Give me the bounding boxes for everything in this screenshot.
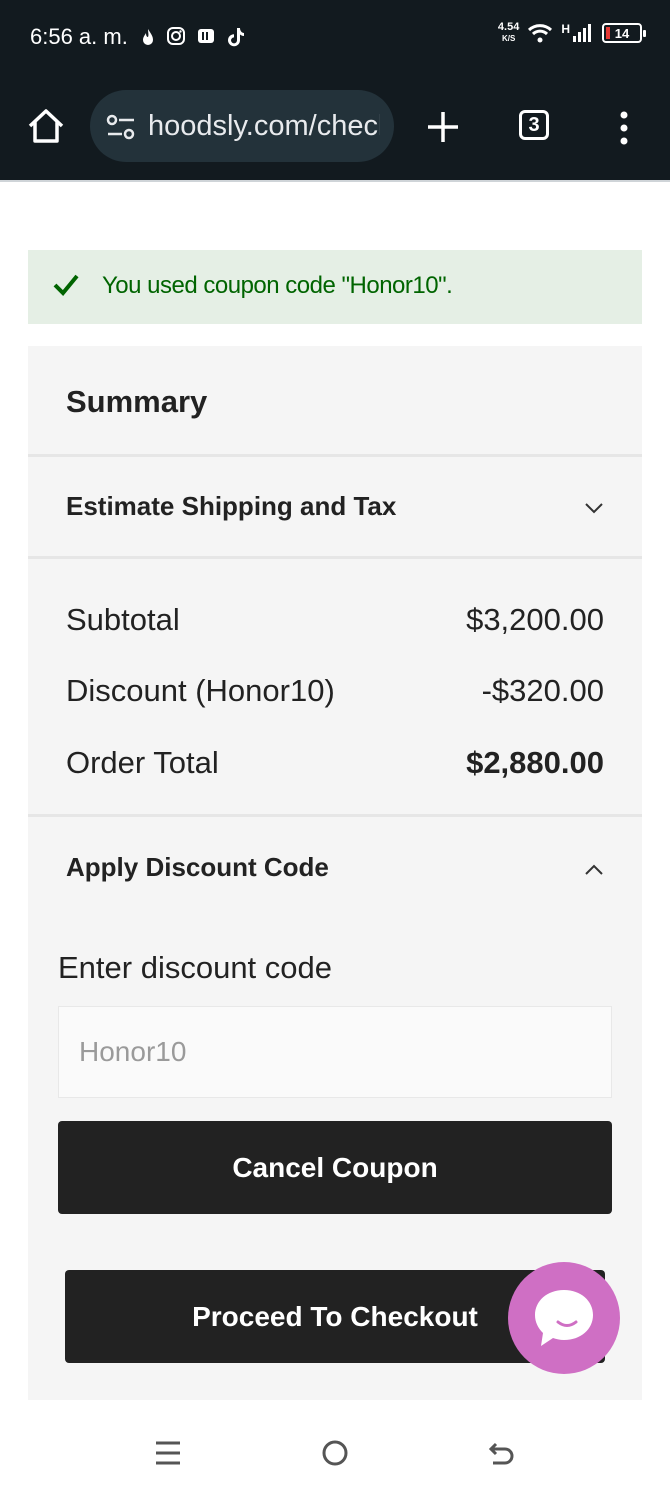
- order-total-value: $2,880.00: [466, 745, 604, 780]
- recents-icon[interactable]: [153, 1438, 183, 1468]
- check-icon: [53, 274, 79, 296]
- reader-icon: [198, 29, 214, 43]
- subtotal-value: $3,200.00: [466, 602, 604, 637]
- discount-section-label: Apply Discount Code: [66, 852, 329, 882]
- divider: [28, 556, 642, 559]
- shipping-section-label: Estimate Shipping and Tax: [66, 491, 397, 521]
- tiktok-icon: [228, 28, 244, 47]
- chevron-down-icon: [585, 503, 603, 514]
- battery-level: 14: [614, 25, 630, 41]
- status-time: 6:56 a. m.: [30, 24, 128, 49]
- flame-icon: [143, 29, 153, 45]
- header-edge: [0, 180, 670, 182]
- battery-fill: [606, 27, 610, 39]
- home-icon[interactable]: [26, 106, 66, 146]
- order-summary: Summary Estimate Shipping and Tax Subtot…: [28, 346, 642, 1400]
- url-text[interactable]: hoodsly.com/checkout: [148, 110, 380, 143]
- discount-field-label: Enter discount code: [58, 950, 333, 985]
- net-speed-value: 4.54: [497, 21, 520, 33]
- discount-code-input[interactable]: [58, 1006, 612, 1098]
- net-speed-unit: K/S: [501, 34, 516, 43]
- back-icon[interactable]: [487, 1438, 517, 1468]
- tabs-icon[interactable]: 3: [519, 110, 549, 140]
- system-status-icons: 4.54 K/S H 14: [498, 22, 646, 44]
- home-circle-icon[interactable]: [320, 1438, 350, 1468]
- battery-icon: 14: [602, 23, 646, 43]
- subtotal-label: Subtotal: [66, 602, 180, 637]
- more-vert-icon[interactable]: [614, 108, 634, 148]
- tab-count: 3: [528, 113, 540, 136]
- status-bar: 6:56 a. m. 4.54 K/S H 14: [0, 0, 670, 76]
- discount-section-toggle[interactable]: Apply Discount Code: [28, 817, 642, 917]
- signal-icon: [573, 24, 591, 42]
- notice-message: You used coupon code "Honor10".: [102, 272, 453, 299]
- chat-button[interactable]: [508, 1262, 620, 1374]
- summary-title: Summary: [66, 384, 208, 419]
- order-total-label: Order Total: [66, 745, 219, 780]
- shipping-section-toggle[interactable]: Estimate Shipping and Tax: [28, 457, 642, 557]
- system-nav-bar: [0, 1400, 670, 1500]
- discount-label: Discount (Honor10): [66, 673, 335, 708]
- chevron-up-icon: [585, 864, 603, 875]
- coupon-success-notice: You used coupon code "Honor10".: [28, 250, 642, 324]
- network-type: H: [561, 22, 570, 36]
- discount-value: -$320.00: [481, 673, 604, 708]
- cancel-coupon-button[interactable]: Cancel Coupon: [58, 1121, 612, 1214]
- instagram-icon: [167, 27, 185, 45]
- plus-icon[interactable]: [424, 108, 462, 146]
- net-speed: 4.54 K/S: [498, 22, 519, 44]
- site-settings-icon[interactable]: [106, 114, 136, 140]
- address-bar[interactable]: hoodsly.com/checkout: [90, 90, 394, 162]
- wifi-icon: [528, 24, 553, 43]
- web-page: You used coupon code "Honor10". Summary …: [0, 180, 670, 1400]
- browser-toolbar: hoodsly.com/checkout 3: [0, 76, 670, 180]
- chat-icon: [535, 1290, 593, 1346]
- notification-icons: [140, 26, 246, 48]
